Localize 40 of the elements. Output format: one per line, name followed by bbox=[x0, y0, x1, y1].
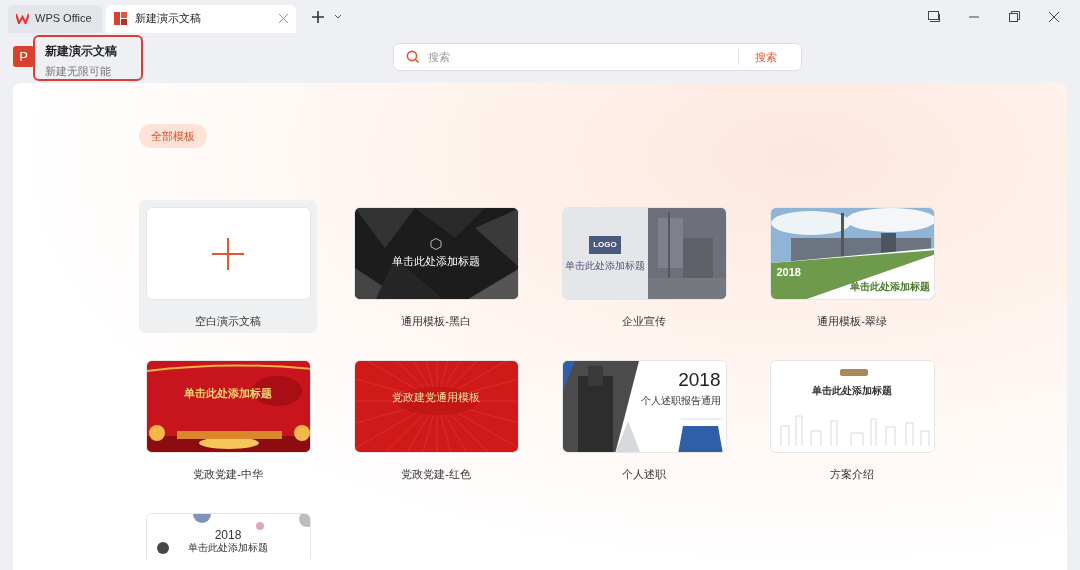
page-title: 新建演示文稿 bbox=[45, 43, 118, 60]
close-icon bbox=[1049, 11, 1059, 22]
minimize-icon bbox=[969, 15, 979, 18]
slide-title: 单击此处添加标题 bbox=[565, 259, 645, 274]
slide-title: 单击此处添加标题 bbox=[188, 542, 268, 555]
restore-icon bbox=[1008, 11, 1020, 22]
hexagon-icon bbox=[430, 238, 442, 250]
wps-logo-icon bbox=[16, 13, 29, 24]
slide-title: 个人述职报告通用 bbox=[640, 394, 721, 409]
slide-title: 单击此处添加标题 bbox=[184, 386, 272, 402]
slide-year: 2018 bbox=[214, 528, 242, 543]
plus-icon bbox=[311, 9, 325, 24]
caret-icon bbox=[334, 13, 342, 20]
plus-icon bbox=[212, 237, 244, 270]
close-tab-icon[interactable] bbox=[279, 14, 288, 23]
presentation-icon bbox=[114, 12, 127, 25]
tab[interactable]: 新建演示文稿 bbox=[106, 4, 296, 33]
slide-title: 单击此处添加标题 bbox=[849, 281, 930, 293]
template-label: 方案介绍 bbox=[830, 467, 874, 483]
template-label: 通用模板-黑白 bbox=[401, 314, 471, 330]
page-subtitle: 新建无限可能 bbox=[45, 64, 112, 79]
slide-title: 单击此处添加标题 bbox=[812, 384, 892, 399]
template-card[interactable]: 空白演示文稿 bbox=[139, 200, 317, 334]
template-label: 通用模板-翠绿 bbox=[817, 314, 887, 330]
template-label: 企业宣传 bbox=[622, 314, 666, 330]
template-label: 个人述职 bbox=[622, 467, 666, 483]
tab[interactable]: WPS Office bbox=[8, 4, 102, 33]
slide-title: 单击此处添加标题 bbox=[392, 254, 480, 269]
slide-year: 2018 bbox=[776, 266, 801, 279]
slide-logo: LOGO bbox=[589, 236, 621, 255]
search-field[interactable]: 搜索 搜索 bbox=[393, 43, 802, 71]
search-button[interactable]: 搜索 bbox=[755, 48, 777, 66]
template-label: 党政党建-中华 bbox=[193, 467, 263, 483]
presentation-app-icon: P bbox=[13, 46, 34, 67]
slide-title: 党政建党通用模板 bbox=[392, 390, 480, 406]
slide-year: 2018 bbox=[678, 369, 721, 392]
template-label: 空白演示文稿 bbox=[195, 314, 261, 330]
search-icon bbox=[406, 50, 420, 64]
template-label: 党政党建-红色 bbox=[401, 467, 471, 483]
window-layout-icon bbox=[928, 11, 940, 22]
